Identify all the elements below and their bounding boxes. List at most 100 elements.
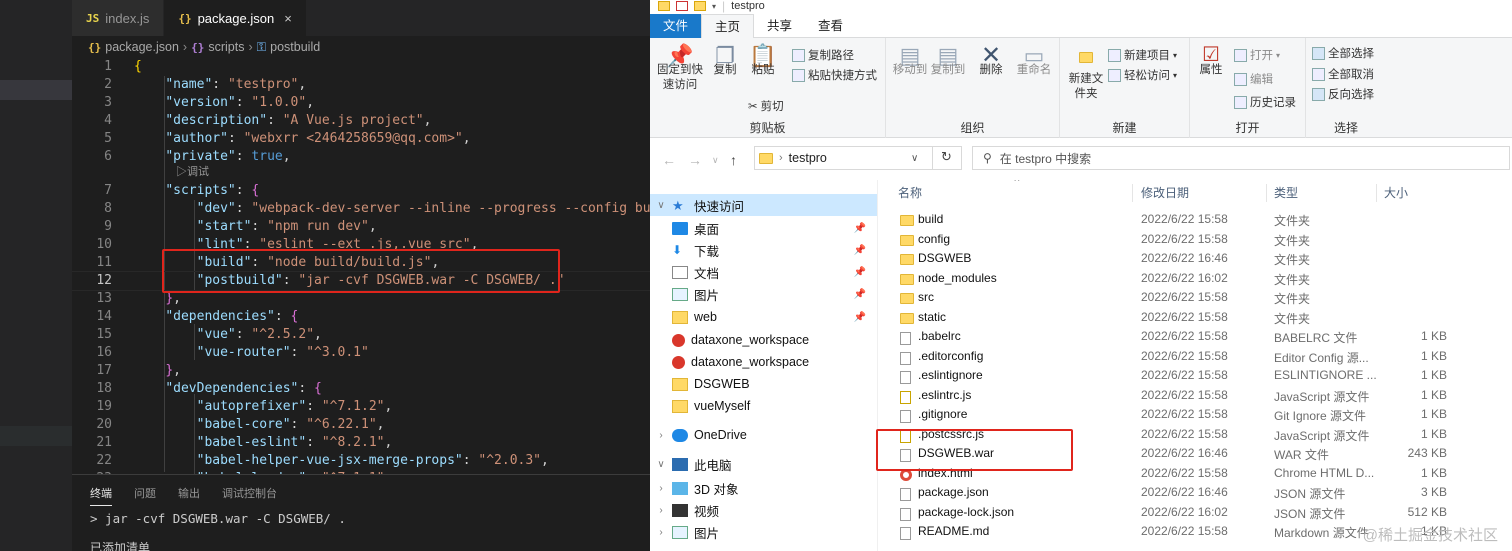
expand-chevron-icon[interactable]: ∨ (650, 200, 672, 211)
debug-codelens[interactable]: ▷调试 (176, 164, 209, 180)
nav-item[interactable]: web 📌 (650, 306, 877, 328)
pin-icon[interactable]: 📌 (854, 267, 866, 278)
tab-file[interactable]: 文件 (650, 14, 702, 38)
copy-button[interactable]: ❐ 复制 (708, 45, 742, 78)
nav-item[interactable]: › 视频 (650, 499, 877, 521)
file-row[interactable]: .babelrc 2022/6/22 15:58 BABELRC 文件 1 KB (878, 327, 1512, 347)
nav-item[interactable]: › 图片 (650, 521, 877, 543)
close-icon[interactable]: × (284, 11, 292, 26)
invert-selection-button[interactable]: 反向选择 (1312, 86, 1374, 102)
breadcrumb-item[interactable]: postbuild (270, 40, 320, 54)
nav-item[interactable]: 文档 📌 (650, 261, 877, 283)
rename-button[interactable]: ▭ 重命名 (1014, 45, 1054, 78)
file-row[interactable]: src 2022/6/22 15:58 文件夹 (878, 288, 1512, 308)
nav-item[interactable]: dataxone_workspace (650, 329, 877, 351)
column-divider[interactable] (1376, 184, 1377, 202)
code-line[interactable]: 9 "start": "npm run dev", (72, 218, 650, 236)
code-line[interactable]: 20 "babel-core": "^6.22.1", (72, 416, 650, 434)
expand-chevron-icon[interactable]: › (650, 505, 672, 516)
pin-icon[interactable]: 📌 (854, 312, 866, 323)
code-line[interactable]: 22 "babel-helper-vue-jsx-merge-props": "… (72, 452, 650, 470)
column-header-date[interactable]: 修改日期 (1141, 180, 1189, 206)
chevron-down-icon[interactable]: ∨ (911, 153, 918, 164)
refresh-button[interactable]: ↻ (932, 146, 960, 170)
nav-item[interactable]: ⬇ 下载 📌 (650, 239, 877, 261)
delete-button[interactable]: ✕ 删除 (976, 44, 1006, 78)
chevron-down-icon[interactable]: ▾ (712, 2, 716, 11)
tab-problems[interactable]: 问题 (134, 485, 156, 506)
nav-item[interactable]: ∨ 此电脑 (650, 453, 877, 475)
file-row[interactable]: .gitignore 2022/6/22 15:58 Git Ignore 源文件 1… (878, 405, 1512, 425)
address-input[interactable]: › testpro ∨ (754, 146, 962, 170)
code-line[interactable]: 1{ (72, 58, 650, 76)
pin-quick-access-button[interactable]: 📌 固定到快速访问 (656, 45, 704, 93)
expand-chevron-icon[interactable]: › (650, 430, 672, 441)
code-line[interactable]: 2 "name": "testpro", (72, 76, 650, 94)
properties-button[interactable]: ☑ 属性 (1196, 45, 1226, 78)
pin-icon[interactable]: 📌 (854, 289, 866, 300)
tab-index-js[interactable]: JS index.js (72, 0, 165, 36)
paste-shortcut-button[interactable]: 粘贴快捷方式 (792, 67, 877, 83)
tab-terminal[interactable]: 终端 (90, 485, 112, 506)
nav-item[interactable]: ∨ ★ 快速访问 (650, 194, 877, 216)
sidebar-row[interactable] (0, 426, 72, 446)
open-button[interactable]: 打开 ▾ (1234, 47, 1280, 63)
code-line[interactable]: 6 "private": true, (72, 148, 650, 166)
breadcrumb-item[interactable]: scripts (208, 40, 244, 54)
tab-output[interactable]: 输出 (178, 485, 200, 506)
file-row[interactable]: node_modules 2022/6/22 16:02 文件夹 (878, 269, 1512, 289)
code-line[interactable]: 4 "description": "A Vue.js project", (72, 112, 650, 130)
nav-item[interactable]: dataxone_workspace (650, 351, 877, 373)
column-divider[interactable] (1132, 184, 1133, 202)
nav-item[interactable]: 桌面 📌 (650, 217, 877, 239)
sidebar-selected-row[interactable] (0, 80, 72, 100)
code-line[interactable]: 5 "author": "webxrr <2464258659@qq.com>"… (72, 130, 650, 148)
new-folder-button[interactable]: 新建文件夹 (1066, 48, 1106, 102)
file-row[interactable]: package-lock.json 2022/6/22 16:02 JSON 源文件… (878, 503, 1512, 523)
file-row[interactable]: config 2022/6/22 15:58 文件夹 (878, 230, 1512, 250)
folder-icon[interactable] (658, 1, 670, 11)
file-row[interactable]: static 2022/6/22 15:58 文件夹 (878, 308, 1512, 328)
code-line[interactable]: 19 "autoprefixer": "^7.1.2", (72, 398, 650, 416)
recent-chevron-icon[interactable]: ∨ (712, 155, 719, 166)
code-line[interactable]: 16 "vue-router": "^3.0.1" (72, 344, 650, 362)
edit-button[interactable]: 编辑 (1234, 71, 1273, 87)
nav-item[interactable]: DSGWEB (650, 373, 877, 395)
paste-button[interactable]: 📋 粘贴 (746, 45, 780, 78)
nav-item[interactable]: › OneDrive (650, 424, 877, 446)
select-all-button[interactable]: 全部选择 (1312, 45, 1374, 61)
column-divider[interactable] (1266, 184, 1267, 202)
expand-chevron-icon[interactable]: › (650, 483, 672, 494)
terminal-command[interactable]: > jar -cvf DSGWEB.war -C DSGWEB/ . (90, 511, 346, 526)
pin-icon[interactable]: 📌 (854, 245, 866, 256)
file-row[interactable]: .editorconfig 2022/6/22 15:58 Editor Confi… (878, 347, 1512, 367)
column-header-type[interactable]: 类型 (1274, 180, 1298, 206)
back-arrow-icon[interactable]: ← (662, 152, 676, 168)
nav-item[interactable]: 图片 📌 (650, 283, 877, 305)
file-row[interactable]: .eslintignore 2022/6/22 15:58 ESLINTIGNORE… (878, 366, 1512, 386)
forward-arrow-icon[interactable]: → (688, 152, 702, 168)
expand-chevron-icon[interactable]: › (650, 527, 672, 538)
file-row[interactable]: package.json 2022/6/22 16:46 JSON 源文件 3 KB (878, 483, 1512, 503)
tab-view[interactable]: 查看 (805, 14, 856, 38)
breadcrumb-item[interactable]: package.json (105, 40, 179, 54)
code-line[interactable]: 18 "devDependencies": { (72, 380, 650, 398)
nav-item[interactable]: › 3D 对象 (650, 477, 877, 499)
search-input[interactable]: ⚲ 在 testpro 中搜索 (972, 146, 1510, 170)
properties-icon[interactable] (676, 1, 688, 11)
tab-debug-console[interactable]: 调试控制台 (222, 485, 277, 506)
code-line[interactable]: 8 "dev": "webpack-dev-server --inline --… (72, 200, 650, 218)
column-header-name[interactable]: 名称 (898, 180, 922, 206)
code-line[interactable]: 7 "scripts": { (72, 182, 650, 200)
code-line[interactable]: 21 "babel-eslint": "^8.2.1", (72, 434, 650, 452)
up-arrow-icon[interactable]: ↑ (730, 152, 737, 168)
code-line[interactable]: 14 "dependencies": { (72, 308, 650, 326)
code-line[interactable]: 15 "vue": "^2.5.2", (72, 326, 650, 344)
move-to-button[interactable]: ▤ 移动到 (892, 45, 928, 78)
cut-button[interactable]: ✂ 剪切 (748, 98, 784, 114)
tab-package-json[interactable]: {} package.json × (164, 0, 307, 36)
select-none-button[interactable]: 全部取消 (1312, 66, 1374, 82)
pin-icon[interactable]: 📌 (854, 223, 866, 234)
history-button[interactable]: 历史记录 (1234, 94, 1296, 110)
code-line[interactable]: 3 "version": "1.0.0", (72, 94, 650, 112)
